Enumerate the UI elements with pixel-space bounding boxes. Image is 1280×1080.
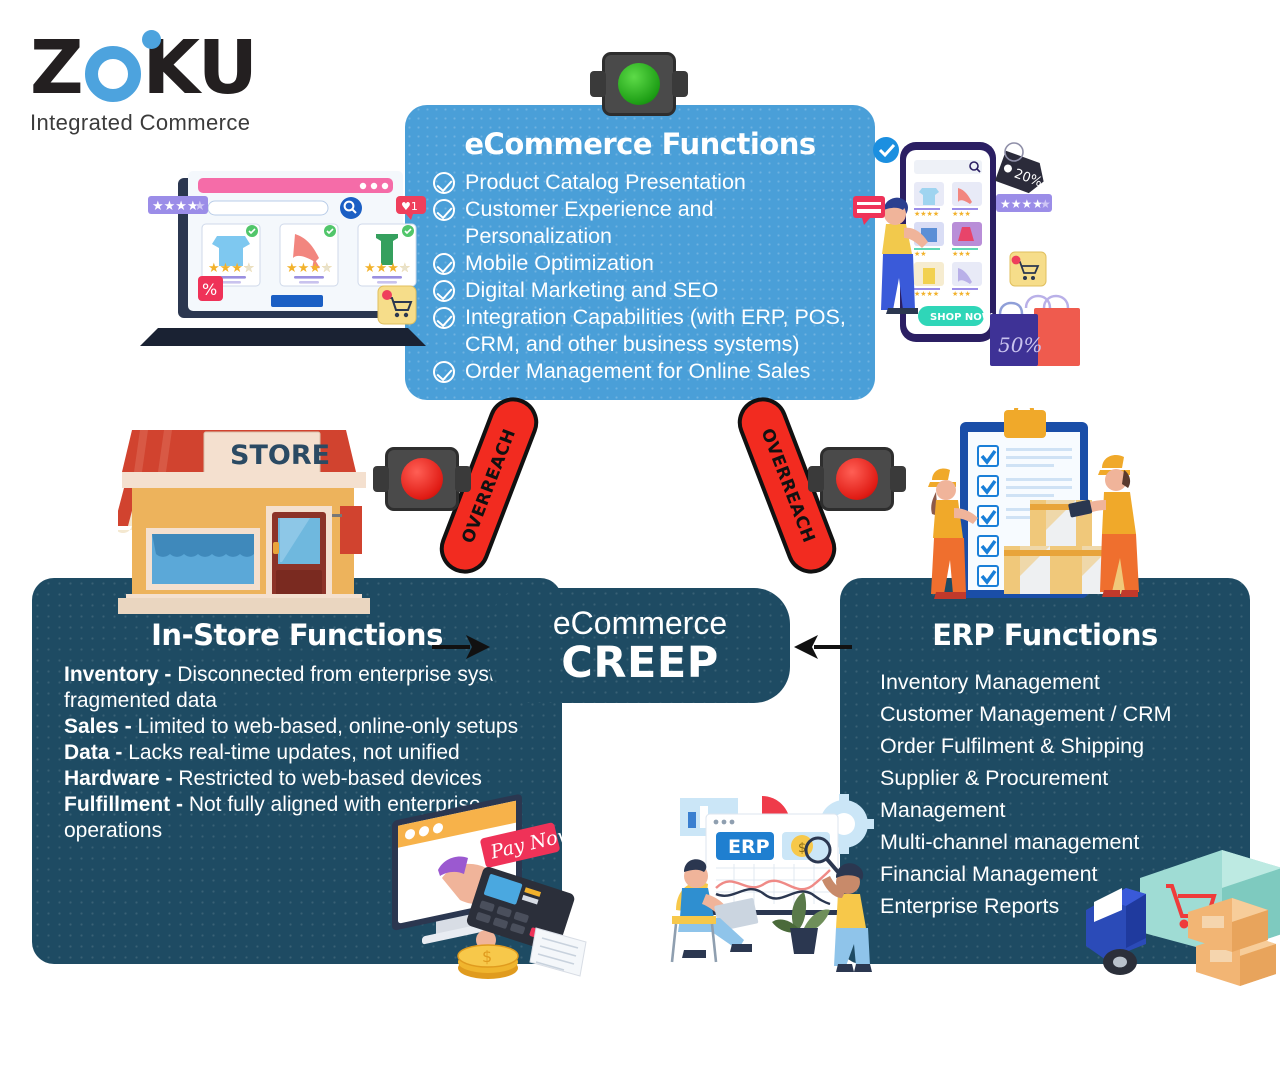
arrow-instore-to-center: [432, 635, 490, 659]
list-item: Inventory Management: [880, 670, 1100, 694]
logo-letter-z: Z: [30, 25, 84, 111]
traffic-light-housing: [590, 52, 688, 116]
traffic-light-ear-left: [373, 466, 389, 492]
svg-text:★★★: ★★★: [952, 250, 971, 258]
check-circle-icon: [433, 172, 455, 194]
zoku-logo: Z KU Integrated Commerce: [30, 28, 330, 148]
red-lamp-icon: [836, 458, 878, 500]
creep-line-1: eCommerce: [552, 604, 728, 641]
list-item: Supplier & Procurement Management: [880, 766, 1109, 822]
logo-accent-dot: [142, 30, 161, 49]
svg-text:50%: 50%: [998, 333, 1042, 357]
list-item: Mobile Optimization: [433, 250, 861, 277]
list-item: Integration Capabilities (with ERP, POS,…: [433, 304, 861, 358]
svg-text:★★: ★★: [914, 250, 927, 258]
list-item: Digital Marketing and SEO: [433, 277, 861, 304]
payment-terminal-illustration: Pay Now $: [392, 794, 587, 979]
svg-text:★★★★: ★★★★: [1000, 197, 1043, 211]
retail-store-illustration: STORE: [118, 430, 370, 614]
traffic-light-ear-left: [590, 71, 606, 97]
svg-text:★★★★: ★★★★: [914, 210, 939, 218]
svg-text:★★★★: ★★★★: [152, 199, 199, 214]
traffic-light-ear-right: [455, 466, 471, 492]
ecommerce-creep-center-box: eCommerce CREEP: [490, 588, 790, 703]
delivery-truck-illustration: [1086, 850, 1280, 986]
svg-text:★: ★: [399, 261, 411, 276]
svg-text:%: %: [202, 280, 217, 299]
list-item: Order Management for Online Sales: [433, 358, 861, 385]
ecommerce-functions-panel: eCommerce Functions Product Catalog Pres…: [405, 105, 875, 400]
item-label: Hardware -: [64, 767, 173, 790]
svg-text:ERP: ERP: [728, 836, 770, 858]
traffic-light-ear-left: [808, 466, 824, 492]
svg-text:SHOP NOW: SHOP NOW: [930, 312, 993, 323]
traffic-light-housing: [808, 447, 906, 511]
svg-text:★★★: ★★★: [952, 210, 971, 218]
svg-text:★: ★: [1040, 197, 1051, 211]
item-label: Inventory -: [64, 663, 172, 686]
svg-text:★★★: ★★★: [952, 290, 971, 298]
traffic-light-red-left: [373, 447, 471, 511]
traffic-light-housing: [373, 447, 471, 511]
svg-text:★: ★: [321, 261, 333, 276]
green-lamp-icon: [618, 63, 660, 105]
list-item: Data - Lacks real-time updates, not unif…: [64, 740, 540, 766]
laptop-ecommerce-illustration: ★★★★ ★ ★★★★ ★ ★★★★ ★ ★★★★ ★ ♥1 %: [140, 171, 426, 346]
logo-letter-o-ring: [84, 46, 141, 102]
item-label: Data -: [64, 741, 123, 764]
svg-text:$: $: [482, 947, 492, 966]
svg-text:★: ★: [243, 261, 255, 276]
svg-text:♥1: ♥1: [401, 200, 418, 213]
item-label: Fulfillment -: [64, 793, 183, 816]
ecommerce-functions-list: Product Catalog Presentation Customer Ex…: [405, 169, 875, 385]
check-circle-icon: [433, 307, 455, 329]
infographic-canvas: Z KU Integrated Commerce ★★★★ ★ ★★★★ ★ ★…: [0, 0, 1280, 1080]
traffic-light-green: [590, 52, 688, 116]
red-lamp-icon: [401, 458, 443, 500]
check-circle-icon: [433, 361, 455, 383]
svg-text:STORE: STORE: [230, 440, 330, 471]
list-item: Sales - Limited to web-based, online-onl…: [64, 714, 540, 740]
creep-line-2: CREEP: [561, 637, 719, 688]
list-item: Product Catalog Presentation: [433, 169, 861, 196]
warehouse-checklist-illustration: [928, 408, 1139, 599]
traffic-light-ear-right: [890, 466, 906, 492]
logo-wordmark: Z KU: [30, 28, 330, 108]
list-item: Customer Management / CRM: [880, 702, 1172, 726]
list-item: Inventory - Disconnected from enterprise…: [64, 662, 540, 714]
item-label: Sales -: [64, 715, 132, 738]
svg-text:★★★★: ★★★★: [914, 290, 939, 298]
erp-dashboard-illustration: ERP $: [670, 794, 874, 972]
item-text: Limited to web-based, online-only setups: [131, 715, 519, 738]
traffic-light-red-right: [808, 447, 906, 511]
check-circle-icon: [433, 280, 455, 302]
list-item: Customer Experience and Personalization: [433, 196, 861, 250]
logo-tagline: Integrated Commerce: [30, 110, 251, 135]
item-text: Lacks real-time updates, not unified: [122, 741, 460, 764]
mobile-shopping-illustration: ★★★★ ★★★ ★★ ★★★ ★★★★ ★★★ SHOP NOW 20% ★★…: [853, 137, 1080, 366]
list-item: Order Fulfilment & Shipping: [880, 734, 1145, 758]
check-circle-icon: [433, 253, 455, 275]
arrow-erp-to-center: [794, 635, 852, 659]
svg-text:★: ★: [194, 199, 206, 214]
traffic-light-ear-right: [672, 71, 688, 97]
check-circle-icon: [433, 199, 455, 221]
